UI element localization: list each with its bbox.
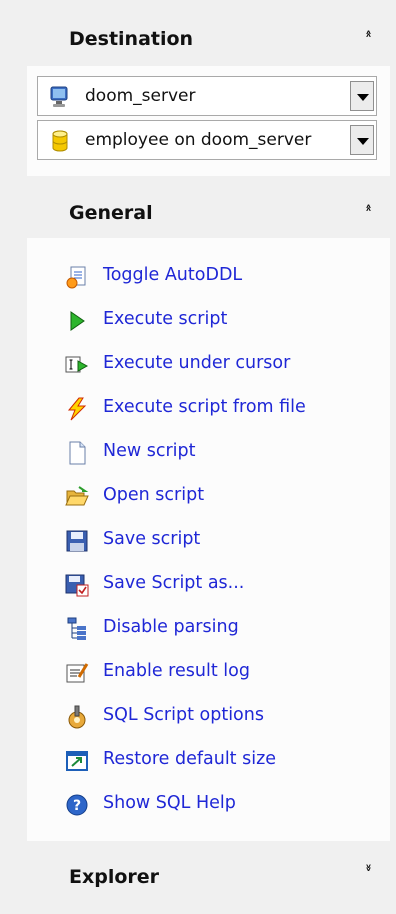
- server-value: doom_server: [85, 86, 196, 106]
- item-label: Execute script: [103, 309, 228, 329]
- help-icon: ?: [65, 793, 89, 821]
- general-panel: Toggle AutoDDL Execute script Execute un…: [27, 238, 390, 841]
- collapse-icon[interactable]: ˄ ˄: [365, 204, 372, 236]
- save-as-icon: [65, 573, 89, 601]
- collapse-icon[interactable]: ˄ ˄: [365, 30, 372, 62]
- server-computer-icon: [48, 85, 72, 113]
- general-header[interactable]: General ˄ ˄: [27, 188, 390, 238]
- log-edit-icon: [65, 661, 89, 689]
- item-label: Execute script from file: [103, 397, 306, 417]
- item-label: Restore default size: [103, 749, 277, 769]
- restore-size-icon: [65, 749, 89, 777]
- execute-cursor-icon: [65, 353, 89, 381]
- item-label: Enable result log: [103, 661, 250, 681]
- item-label: New script: [103, 441, 196, 461]
- item-label: Save script: [103, 529, 201, 549]
- database-combobox[interactable]: employee on doom_server: [37, 120, 377, 160]
- execute-icon: [65, 309, 89, 337]
- server-dropdown-button[interactable]: [350, 81, 374, 111]
- explorer-title: Explorer: [69, 866, 160, 888]
- destination-title: Destination: [69, 28, 194, 50]
- database-dropdown-button[interactable]: [350, 125, 374, 155]
- expand-icon[interactable]: ˅ ˅: [365, 864, 372, 896]
- database-value: employee on doom_server: [85, 130, 312, 150]
- item-label: Execute under cursor: [103, 353, 291, 373]
- item-label: Open script: [103, 485, 205, 505]
- svg-text:?: ?: [73, 798, 81, 814]
- item-label: Toggle AutoDDL: [103, 265, 243, 285]
- floppy-disk-icon: [65, 529, 89, 557]
- explorer-header[interactable]: Explorer ˅ ˅: [27, 852, 390, 904]
- options-icon: [65, 705, 89, 733]
- item-label: Show SQL Help: [103, 793, 236, 813]
- toggle-autoddl-icon: [65, 265, 89, 293]
- item-label: Save Script as...: [103, 573, 245, 593]
- item-label: SQL Script options: [103, 705, 264, 725]
- lightning-icon: [65, 397, 89, 425]
- open-folder-icon: [65, 485, 89, 513]
- server-combobox[interactable]: doom_server: [37, 76, 377, 116]
- destination-header[interactable]: Destination ˄ ˄: [27, 14, 390, 66]
- tree-icon: [65, 617, 89, 645]
- item-label: Disable parsing: [103, 617, 239, 637]
- destination-panel: doom_server employee on doom_server: [27, 66, 390, 176]
- general-title: General: [69, 202, 153, 224]
- database-icon: [48, 129, 72, 157]
- new-document-icon: [65, 441, 89, 469]
